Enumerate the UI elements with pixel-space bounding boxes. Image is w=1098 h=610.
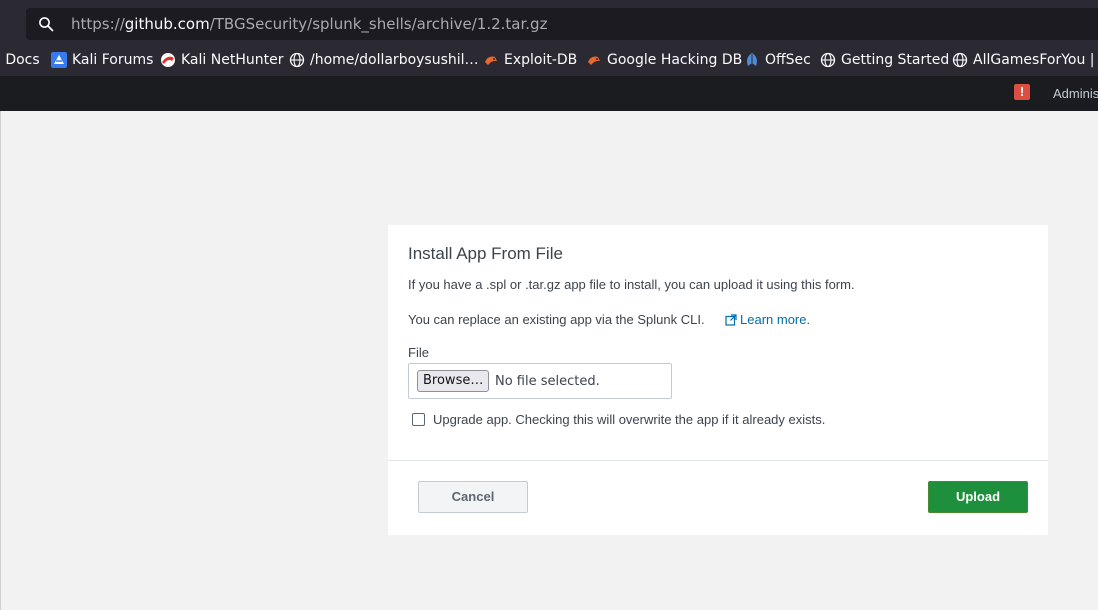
upload-button[interactable]: Upload [928,481,1028,513]
file-input[interactable]: Browse… No file selected. [408,363,672,399]
bookmark-google-hacking-db[interactable]: Google Hacking DB [586,51,742,69]
bookmark-home-path[interactable]: /home/dollarboysushil… [289,51,479,69]
globe-icon [289,52,305,68]
bookmark-label: Kali Forums [72,52,154,68]
bookmark-kali-nethunter[interactable]: Kali NetHunter [160,51,283,69]
search-icon [38,16,54,32]
bookmark-exploit-db[interactable]: Exploit-DB [483,51,577,69]
page-content: Install App From File If you have a .spl… [0,111,1098,610]
bookmark-label: /home/dollarboysushil… [310,52,479,68]
url-path: /TBGSecurity/splunk_shells/archive/1.2.t… [209,15,548,33]
install-app-form: Install App From File If you have a .spl… [388,225,1048,535]
bookmark-label: OffSec [765,52,811,68]
address-bar[interactable]: https://github.com/TBGSecurity/splunk_sh… [26,8,1098,40]
bookmark-label: Google Hacking DB [607,52,743,68]
splunk-top-bar: ! Adminis [0,76,1098,111]
url-host: github.com [124,15,210,33]
globe-icon [820,52,836,68]
bookmark-docs[interactable]: i Docs [0,51,40,69]
external-link-icon [725,313,737,326]
kali-nethunter-icon [160,52,176,68]
user-menu[interactable]: Adminis [1053,86,1098,101]
file-field-label: File [408,345,429,360]
bookmark-label: AllGamesForYou | M [973,52,1098,68]
browse-button[interactable]: Browse… [417,370,490,392]
bookmark-offsec[interactable]: OffSec [744,51,811,69]
learn-more-link[interactable]: Learn more. [725,312,810,327]
kali-forums-icon [51,52,67,68]
ghdb-icon [586,52,602,68]
url-prefix: https:// [71,15,125,33]
replace-app-text: You can replace an existing app via the … [408,312,705,327]
offsec-icon [744,52,760,68]
bookmark-label: Exploit-DB [504,52,578,68]
url-text[interactable]: https://github.com/TBGSecurity/splunk_sh… [71,15,547,33]
bookmark-allgamesforyou[interactable]: AllGamesForYou | M [952,51,1098,69]
bookmark-kali-forums[interactable]: Kali Forums [51,51,153,69]
form-divider [388,460,1048,461]
page-title: Install App From File [408,244,563,263]
cancel-button[interactable]: Cancel [418,481,528,513]
alert-icon[interactable]: ! [1014,84,1030,100]
bookmark-label: i Docs [0,52,40,68]
bookmark-label: Getting Started [841,52,950,68]
browser-url-row: https://github.com/TBGSecurity/splunk_sh… [0,5,1098,43]
file-status-text: No file selected. [495,374,600,389]
globe-icon [952,52,968,68]
bookmark-label: Kali NetHunter [181,52,284,68]
upgrade-app-label[interactable]: Upgrade app. Checking this will overwrit… [433,412,825,427]
form-description: If you have a .spl or .tar.gz app file t… [408,277,855,292]
exploit-db-icon [483,52,499,68]
bookmark-getting-started[interactable]: Getting Started [820,51,949,69]
page-left-edge [0,111,1,610]
bookmarks-toolbar: i Docs Kali Forums Kali NetHunter /home/… [0,43,1098,76]
upgrade-app-checkbox[interactable] [412,413,425,426]
learn-more-label: Learn more. [740,312,811,327]
